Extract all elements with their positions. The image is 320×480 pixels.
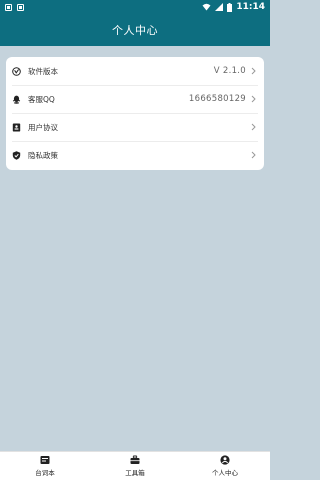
shield-icon [12,150,21,160]
status-time: 11:14 [236,2,265,12]
settings-item-label: 隐私政策 [28,150,58,160]
tab-toolbox[interactable]: 工具箱 [90,452,180,480]
chevron-right-icon [250,123,256,131]
settings-item-value: 1666580129 [188,94,246,104]
settings-item-value: V 2.1.0 [213,66,246,76]
settings-item-version[interactable]: 软件版本 V 2.1.0 [6,57,264,85]
tab-label: 台词本 [35,469,55,477]
battery-icon [227,2,233,12]
settings-item-qq[interactable]: 客服QQ 1666580129 [6,85,264,113]
script-book-icon [40,455,50,465]
settings-item-label: 软件版本 [28,66,58,76]
status-bar: 11:14 [0,0,270,14]
notification-icon-2 [17,3,24,11]
settings-card: 软件版本 V 2.1.0 客服QQ 1666580129 用户协议 隐私政策 [6,57,264,170]
page-title: 个人中心 [112,24,158,37]
tab-script-book[interactable]: 台词本 [0,452,90,480]
agreement-icon [12,123,21,132]
chevron-right-icon [250,95,256,103]
tab-profile[interactable]: 个人中心 [180,452,270,480]
bottom-tab-bar: 台词本 工具箱 个人中心 [0,451,270,480]
chevron-right-icon [250,67,256,75]
wifi-icon [202,3,211,11]
app-bar: 个人中心 [0,14,270,46]
signal-icon [215,3,224,11]
settings-item-privacy[interactable]: 隐私政策 [6,141,264,169]
settings-item-label: 用户协议 [28,122,58,132]
tab-label: 个人中心 [212,469,238,477]
settings-item-agreement[interactable]: 用户协议 [6,113,264,141]
profile-icon [220,455,230,465]
qq-icon [12,95,21,104]
toolbox-icon [130,455,140,465]
tab-label: 工具箱 [125,469,145,477]
chevron-right-icon [250,151,256,159]
version-icon [12,66,21,76]
settings-item-label: 客服QQ [28,94,55,104]
notification-icon [5,3,12,11]
